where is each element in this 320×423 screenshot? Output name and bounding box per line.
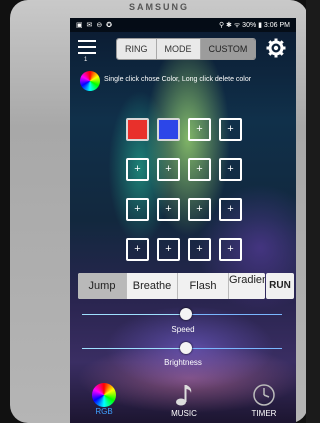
nav-label-rgb: RGB — [95, 407, 113, 416]
color-wheel-icon — [92, 383, 116, 407]
tab-ring[interactable]: RING — [117, 39, 157, 59]
add-color-slot[interactable]: + — [157, 238, 180, 261]
effect-gradient[interactable]: Gradient — [229, 273, 265, 299]
status-notification-icons: ▣ ✉ ⊖ ✪ — [76, 22, 114, 29]
effect-breathe[interactable]: Breathe — [127, 273, 178, 299]
color-wheel-icon[interactable] — [80, 71, 100, 91]
run-button[interactable]: RUN — [266, 273, 294, 299]
speed-slider-thumb[interactable] — [180, 308, 192, 320]
speed-label: Speed — [171, 325, 195, 334]
music-note-icon — [176, 385, 192, 406]
bottom-nav: RGB MUSIC TIMER — [70, 383, 296, 423]
add-color-slot[interactable]: + — [188, 118, 211, 141]
gear-icon[interactable] — [266, 38, 286, 58]
nav-label-music: MUSIC — [171, 409, 197, 418]
usage-hint: Single click chose Color, Long click del… — [104, 76, 252, 83]
menu-icon[interactable] — [78, 40, 96, 56]
add-color-slot[interactable]: + — [219, 198, 242, 221]
clock-icon — [253, 384, 275, 406]
nav-item-music[interactable]: MUSIC — [162, 383, 206, 418]
brightness-slider[interactable] — [82, 342, 282, 354]
nav-label-timer: TIMER — [251, 409, 277, 418]
add-color-slot[interactable]: + — [157, 158, 180, 181]
effect-flash[interactable]: Flash — [178, 273, 229, 299]
tab-custom[interactable]: CUSTOM — [200, 39, 256, 59]
nav-item-timer[interactable]: TIMER — [242, 383, 286, 418]
device-brand: SAMSUNG — [128, 2, 189, 12]
nav-item-rgb[interactable]: RGB — [84, 383, 124, 416]
status-bar: ▣ ✉ ⊖ ✪ ⚲ ✱ ᯤ 30% ▮ 3:06 PM — [70, 18, 296, 32]
add-color-slot[interactable]: + — [219, 118, 242, 141]
app-screen: ▣ ✉ ⊖ ✪ ⚲ ✱ ᯤ 30% ▮ 3:06 PM 1 RING MODE … — [70, 18, 296, 423]
add-color-slot[interactable]: + — [188, 158, 211, 181]
brightness-slider-fill — [82, 348, 186, 349]
add-color-slot[interactable]: + — [219, 238, 242, 261]
mode-tabs: RING MODE CUSTOM — [116, 38, 257, 60]
add-color-slot[interactable]: + — [219, 158, 242, 181]
status-system-info: ⚲ ✱ ᯤ 30% ▮ 3:06 PM — [218, 22, 290, 29]
tab-mode[interactable]: MODE — [156, 39, 201, 59]
add-color-slot[interactable]: + — [188, 198, 211, 221]
add-color-slot[interactable]: + — [126, 238, 149, 261]
effect-jump[interactable]: Jump — [78, 273, 127, 299]
brightness-label: Brightness — [164, 358, 202, 367]
add-color-slot[interactable]: + — [188, 238, 211, 261]
color-slot[interactable] — [126, 118, 149, 141]
color-slot[interactable] — [157, 118, 180, 141]
add-color-slot[interactable]: + — [157, 198, 180, 221]
add-color-slot[interactable]: + — [126, 198, 149, 221]
effect-selector: Jump Breathe Flash Gradient — [78, 273, 265, 299]
menu-badge: 1 — [84, 57, 88, 63]
brightness-slider-thumb[interactable] — [180, 342, 192, 354]
add-color-slot[interactable]: + — [126, 158, 149, 181]
speed-slider[interactable] — [82, 308, 282, 320]
photo-background — [306, 0, 320, 423]
speed-slider-fill — [82, 314, 186, 315]
